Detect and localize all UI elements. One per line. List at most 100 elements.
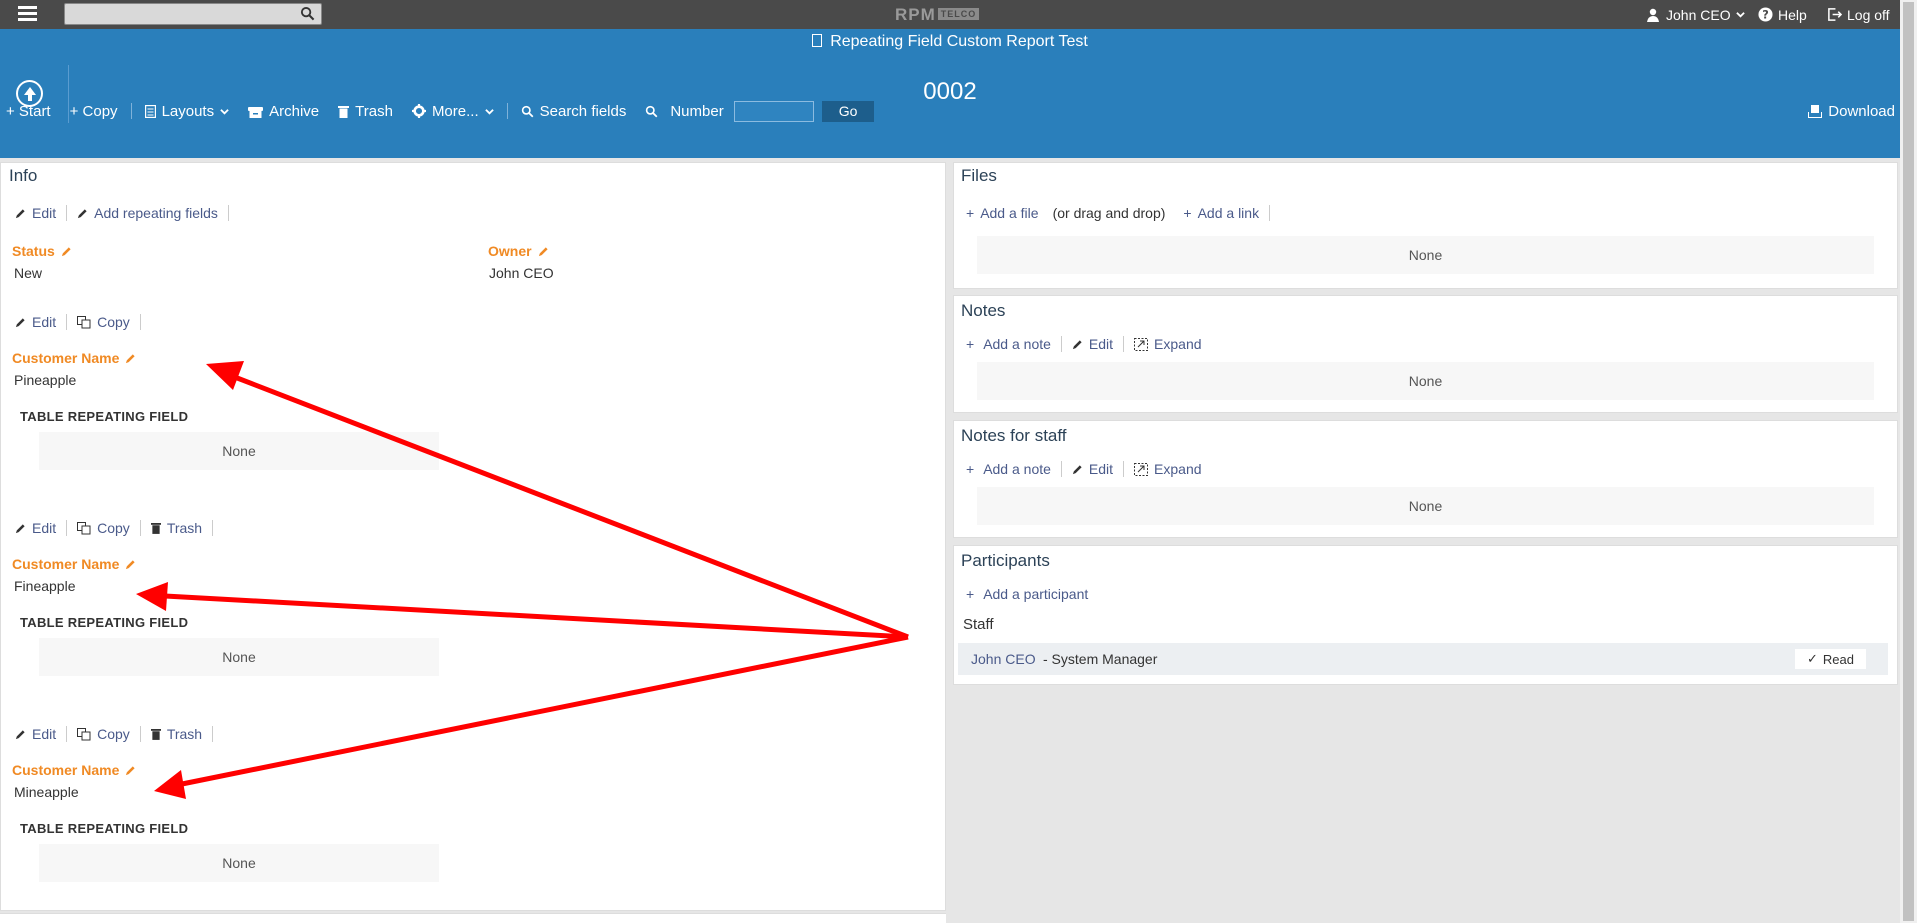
search-icon [646,105,658,117]
pencil-icon [1072,339,1082,349]
download-button[interactable]: Download [1808,98,1895,124]
files-empty-state: None [977,236,1874,274]
pencil-icon[interactable] [125,765,136,776]
staff-notes-edit-button[interactable]: Edit [1072,461,1113,477]
add-link-button[interactable]: + Add a link [1183,205,1259,221]
group-edit-button[interactable]: Edit [15,520,56,536]
table-repeating-field-heading: TABLE REPEATING FIELD [20,821,189,836]
start-button[interactable]: + Start [6,103,51,120]
logoff-link[interactable]: Log off [1827,0,1890,29]
customer-name-value: Mineapple [14,784,79,800]
action-divider [139,314,141,330]
add-staff-note-button[interactable]: + Add a note [966,461,1051,477]
participant-name-link[interactable]: John CEO [971,651,1036,667]
action-divider [139,726,141,742]
action-divider [139,520,141,536]
trash-icon [338,105,350,118]
files-title: Files [961,166,997,185]
notes-expand-button[interactable]: Expand [1134,336,1202,352]
staff-heading: Staff [963,616,994,633]
add-participant-button[interactable]: + Add a participant [966,586,1088,602]
notes-empty-state: None [977,362,1874,400]
pencil-icon[interactable] [125,353,136,364]
repeating-group-actions: Edit Copy [15,314,151,330]
copy-icon [77,315,91,328]
participants-title: Participants [961,551,1050,570]
add-file-button[interactable]: + Add a file [966,205,1039,221]
group-copy-button[interactable]: Copy [77,520,130,536]
expand-icon [1134,462,1149,476]
check-icon: ✓ [1807,651,1818,666]
action-divider [227,205,229,221]
next-panel-edge [0,913,946,923]
user-menu[interactable]: John CEO [1647,0,1745,29]
info-edit-button[interactable]: Edit [15,205,56,221]
copy-icon [77,727,91,740]
group-copy-button[interactable]: Copy [77,314,130,330]
global-search-input[interactable] [65,4,285,24]
menu-icon[interactable] [18,6,37,22]
notes-actions: + Add a note Edit Expand [966,336,1202,352]
pencil-icon[interactable] [538,246,549,257]
group-trash-button[interactable]: Trash [150,726,202,742]
trash-icon [150,729,161,740]
staff-notes-empty-state: None [977,487,1874,525]
action-divider [1060,461,1062,477]
group-copy-button[interactable]: Copy [77,726,130,742]
table-repeating-field-heading: TABLE REPEATING FIELD [20,615,189,630]
action-divider [66,726,68,742]
scrollbar-thumb[interactable] [1903,2,1914,921]
number-input[interactable] [733,100,814,122]
pencil-icon[interactable] [61,246,72,257]
read-toggle[interactable]: ✓ Read [1795,649,1866,669]
pencil-icon [1072,464,1082,474]
add-note-button[interactable]: + Add a note [966,336,1051,352]
help-link[interactable]: ? Help [1758,0,1807,29]
action-divider [66,520,68,536]
action-divider [1123,461,1125,477]
info-title: Info [9,166,38,185]
action-divider [66,205,68,221]
customer-name-value: Pineapple [14,372,77,388]
group-edit-button[interactable]: Edit [15,726,56,742]
copy-button[interactable]: + Copy [70,103,118,120]
pencil-icon [15,729,25,739]
chevron-down-icon [220,108,229,115]
staff-notes-expand-button[interactable]: Expand [1134,461,1202,477]
report-title: Repeating Field Custom Report Test [0,33,1900,51]
pencil-icon [15,208,25,218]
report-title-text: Repeating Field Custom Report Test [830,33,1088,50]
status-label: Status [12,243,72,259]
customer-name-label: Customer Name [12,762,136,778]
go-button[interactable]: Go [821,100,875,122]
notes-edit-button[interactable]: Edit [1072,336,1113,352]
download-icon [1808,104,1823,118]
pencil-icon[interactable] [125,559,136,570]
add-repeating-fields-button[interactable]: Add repeating fields [77,205,218,221]
action-divider [66,314,68,330]
svg-text:?: ? [1762,9,1769,22]
drag-drop-hint: (or drag and drop) [1052,205,1166,221]
participant-row: John CEO - System Manager ✓ Read [958,643,1888,675]
trash-button[interactable]: Trash [338,103,393,120]
participants-actions: + Add a participant [966,586,1088,602]
info-actions: Edit Add repeating fields [15,205,239,221]
search-fields-button[interactable]: Search fields [521,103,626,120]
action-divider [1269,205,1271,221]
global-search [64,3,322,25]
page-scrollbar[interactable] [1900,0,1917,923]
search-icon[interactable] [300,6,315,21]
layouts-dropdown[interactable]: Layouts [144,103,230,120]
group-trash-button[interactable]: Trash [150,520,202,536]
files-actions: + Add a file (or drag and drop) + Add a li… [966,205,1280,221]
toolbar-divider [130,103,132,119]
archive-button[interactable]: Archive [248,103,319,120]
pencil-icon [78,208,87,218]
status-value: New [14,265,43,281]
top-bar: RPM TELCO John CEO ? Help Log off [0,0,1900,29]
more-dropdown[interactable]: More... [411,103,494,120]
document-icon [812,34,823,47]
group-edit-button[interactable]: Edit [15,314,56,330]
chevron-down-icon [484,108,494,115]
notes-title: Notes [961,301,1006,320]
